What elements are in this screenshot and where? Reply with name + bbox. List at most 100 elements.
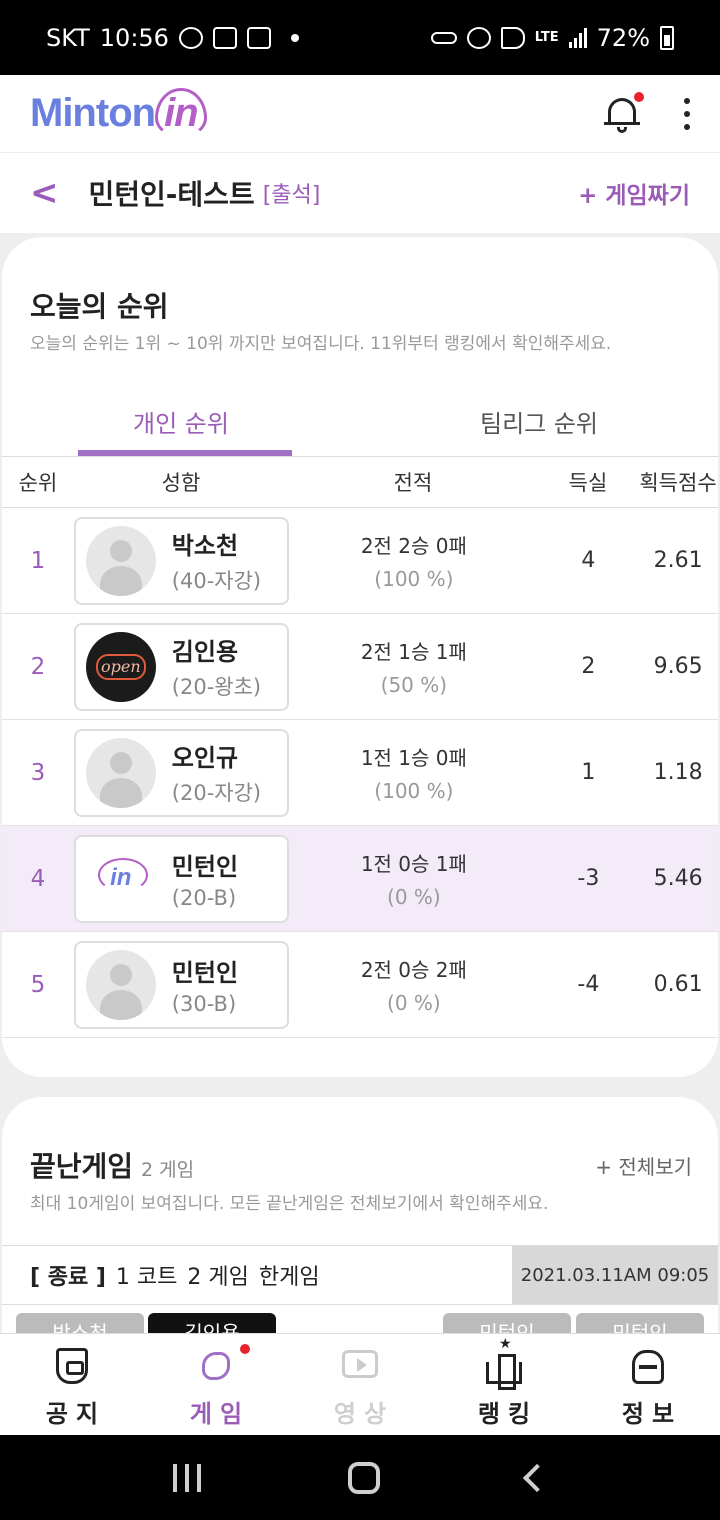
record-text: 2전 0승 2패 bbox=[360, 958, 467, 982]
rank-number: 2 bbox=[30, 653, 46, 680]
game-datetime: 2021.03.11AM 09:05 bbox=[512, 1246, 718, 1304]
game-status: [ 종료 ] bbox=[30, 1265, 106, 1290]
minton-in-logo[interactable]: Minton in bbox=[30, 88, 207, 138]
notification-bell-icon[interactable] bbox=[602, 91, 644, 136]
avatar: in bbox=[85, 843, 156, 914]
player-card[interactable]: 오인규 (20-자강) bbox=[73, 728, 290, 817]
win-rate: (100 %) bbox=[374, 567, 454, 591]
game-notification-badge bbox=[240, 1344, 250, 1354]
nav-label: 랭킹 bbox=[477, 1400, 539, 1428]
avatar bbox=[85, 525, 156, 596]
clock: 10:56 bbox=[99, 23, 169, 52]
header-rank: 순위 bbox=[18, 471, 58, 495]
record-text: 2전 2승 0패 bbox=[360, 534, 467, 558]
game-type: 한게임 bbox=[258, 1265, 320, 1290]
mintonin-logo-image: in bbox=[94, 857, 148, 896]
nav-label: 정보 bbox=[621, 1400, 683, 1428]
ended-games-description: 최대 10게임이 보여집니다. 모든 끝난게임은 전체보기에서 확인해주세요. bbox=[30, 1194, 549, 1214]
player-name: 김인용 bbox=[171, 638, 239, 666]
player-group: (30-B) bbox=[171, 992, 237, 1016]
table-row: 1 박소천 (40-자강) 2전 2승 0패 (100 %) 4 2.61 bbox=[2, 508, 718, 614]
app-header: Minton in bbox=[0, 75, 720, 153]
video-icon bbox=[340, 1348, 380, 1386]
earned-score: 2.61 bbox=[653, 548, 703, 573]
tab-personal-ranking[interactable]: 개인 순위 bbox=[2, 392, 360, 456]
nav-label: 영상 bbox=[333, 1400, 395, 1428]
nav-notice[interactable]: 공지 bbox=[0, 1334, 144, 1435]
avatar bbox=[85, 737, 156, 808]
player-record: 1전 0승 1패 (0 %) bbox=[289, 848, 538, 909]
back-icon[interactable] bbox=[522, 1463, 551, 1492]
gallery-notification-icon bbox=[212, 26, 237, 49]
game-icon bbox=[196, 1348, 236, 1386]
mintonin-notification-icon bbox=[246, 26, 271, 49]
status-right: LTE 72% bbox=[430, 24, 674, 52]
ranking-tabs: 개인 순위 팀리그 순위 bbox=[2, 392, 718, 456]
rank-number: 3 bbox=[30, 759, 46, 786]
notice-icon bbox=[52, 1348, 92, 1386]
player-group: (20-왕초) bbox=[171, 675, 262, 699]
ranking-icon bbox=[484, 1336, 524, 1390]
ended-game-row[interactable]: [ 종료 ] 1 코트 2 게임 한게임 2021.03.11AM 09:05 bbox=[2, 1245, 718, 1305]
player-group: (20-자강) bbox=[171, 781, 262, 805]
point-diff: 1 bbox=[581, 760, 596, 785]
player-record: 2전 0승 2패 (0 %) bbox=[289, 954, 538, 1015]
player-name: 박소천 bbox=[171, 532, 239, 560]
view-all-link[interactable]: + 전체보기 bbox=[595, 1151, 692, 1180]
player-record: 2전 1승 1패 (50 %) bbox=[289, 636, 538, 697]
recent-apps-icon[interactable] bbox=[173, 1463, 202, 1492]
win-rate: (0 %) bbox=[387, 991, 441, 1015]
ranking-table-header: 순위 성함 전적 득실 획득점수 bbox=[2, 456, 718, 508]
rank-number: 5 bbox=[30, 971, 46, 998]
attendance-link[interactable]: [출석] bbox=[263, 177, 321, 209]
player-record: 2전 2승 0패 (100 %) bbox=[289, 530, 538, 591]
header-record: 전적 bbox=[393, 471, 433, 495]
game-info: [ 종료 ] 1 코트 2 게임 한게임 bbox=[2, 1259, 320, 1291]
win-rate: (100 %) bbox=[374, 779, 454, 803]
player-record: 1전 1승 0패 (100 %) bbox=[289, 742, 538, 803]
ranking-table-body: 1 박소천 (40-자강) 2전 2승 0패 (100 %) 4 2.61 2 op… bbox=[2, 508, 718, 1038]
bottom-navigation: 공지 게임 영상 랭킹 정보 bbox=[0, 1333, 720, 1435]
header-score: 획득점수 bbox=[639, 471, 717, 495]
player-group: (20-B) bbox=[171, 886, 237, 910]
avatar: open bbox=[85, 631, 156, 702]
game-number: 2 게임 bbox=[187, 1265, 249, 1290]
win-rate: (50 %) bbox=[380, 673, 448, 697]
alarm-icon bbox=[466, 26, 491, 49]
record-text: 1전 0승 1패 bbox=[360, 852, 467, 876]
court-number: 1 코트 bbox=[115, 1265, 178, 1290]
win-rate: (0 %) bbox=[387, 885, 441, 909]
nav-game[interactable]: 게임 bbox=[144, 1334, 288, 1435]
make-game-button[interactable]: + 게임짜기 bbox=[578, 176, 690, 210]
section-title: 오늘의 순위 bbox=[30, 290, 169, 323]
logo-accent: in bbox=[155, 88, 207, 138]
point-diff: 2 bbox=[581, 654, 596, 679]
record-text: 1전 1승 0패 bbox=[360, 746, 467, 770]
today-ranking-card: 오늘의 순위 오늘의 순위는 1위 ~ 10위 까지만 보여집니다. 11위부터… bbox=[2, 237, 718, 1077]
section-description: 오늘의 순위는 1위 ~ 10위 까지만 보여집니다. 11위부터 랭킹에서 확… bbox=[30, 334, 612, 354]
player-card[interactable]: open 김인용 (20-왕초) bbox=[73, 622, 290, 711]
player-group: (40-자강) bbox=[171, 569, 262, 593]
nav-ranking[interactable]: 랭킹 bbox=[432, 1334, 576, 1435]
system-navigation-bar bbox=[0, 1435, 720, 1520]
tab-team-league-ranking[interactable]: 팀리그 순위 bbox=[360, 392, 718, 456]
player-card[interactable]: 민턴인 (30-B) bbox=[73, 940, 290, 1029]
player-name: 오인규 bbox=[171, 744, 239, 772]
logo-text: Minton bbox=[30, 91, 156, 135]
nav-video[interactable]: 영상 bbox=[288, 1334, 432, 1435]
more-options-icon[interactable] bbox=[684, 97, 690, 130]
battery-icon bbox=[660, 25, 674, 50]
club-subheader: < 민턴인-테스트 [출석] + 게임짜기 bbox=[0, 153, 720, 233]
table-row: 2 open 김인용 (20-왕초) 2전 1승 1패 (50 %) 2 9.65 bbox=[2, 614, 718, 720]
table-row: 5 민턴인 (30-B) 2전 0승 2패 (0 %) -4 0.61 bbox=[2, 932, 718, 1038]
more-notifications-icon bbox=[290, 33, 299, 42]
carrier-label: SKT bbox=[46, 23, 90, 52]
nav-info[interactable]: 정보 bbox=[576, 1334, 720, 1435]
player-card[interactable]: 박소천 (40-자강) bbox=[73, 516, 290, 605]
home-icon[interactable] bbox=[347, 1461, 380, 1494]
ended-games-title: 끝난게임 2 게임 bbox=[30, 1145, 194, 1185]
notification-badge bbox=[634, 91, 644, 102]
back-button[interactable]: < bbox=[30, 173, 59, 213]
point-diff: 4 bbox=[581, 548, 596, 573]
player-card[interactable]: in 민턴인 (20-B) bbox=[73, 834, 290, 923]
